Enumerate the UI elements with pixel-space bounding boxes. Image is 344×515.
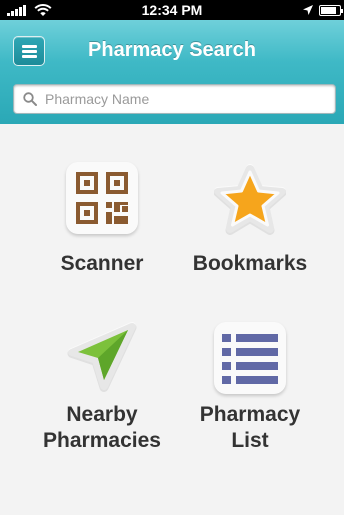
nearby-pharmacies-tile[interactable]: Nearby Pharmacies	[22, 320, 182, 480]
search-input[interactable]	[45, 87, 325, 111]
qr-code-icon	[66, 162, 138, 234]
pharmacy-list-label-line-2: List	[231, 429, 269, 452]
scanner-label: Scanner	[60, 252, 144, 275]
status-bar: 12:34 PM	[0, 0, 344, 20]
star-icon	[213, 164, 287, 236]
action-grid: Scanner Bookmarks Nearby Pharmacies Phar…	[0, 124, 344, 515]
location-arrow-icon	[66, 320, 138, 392]
pharmacy-list-tile[interactable]: Pharmacy List	[170, 320, 330, 480]
battery-fill	[321, 7, 337, 14]
nearby-label-line-1: Nearby	[66, 403, 138, 426]
scanner-tile[interactable]: Scanner	[22, 162, 182, 322]
list-icon	[214, 322, 286, 394]
search-icon	[23, 92, 37, 106]
battery-icon	[319, 5, 343, 16]
bookmarks-tile[interactable]: Bookmarks	[170, 162, 330, 322]
status-time: 12:34 PM	[141, 2, 203, 18]
app-screen: 12:34 PM Pharmacy Search Pharmacy Name S…	[0, 0, 344, 515]
page-title: Pharmacy Search	[88, 39, 256, 61]
pharmacy-list-label-line-1: Pharmacy	[199, 403, 301, 426]
search-bar[interactable]	[13, 84, 336, 114]
bookmarks-label: Bookmarks	[192, 252, 308, 275]
nearby-label-line-2: Pharmacies	[43, 429, 161, 452]
header-bar: Pharmacy Search	[0, 20, 344, 124]
location-services-icon	[303, 5, 313, 15]
